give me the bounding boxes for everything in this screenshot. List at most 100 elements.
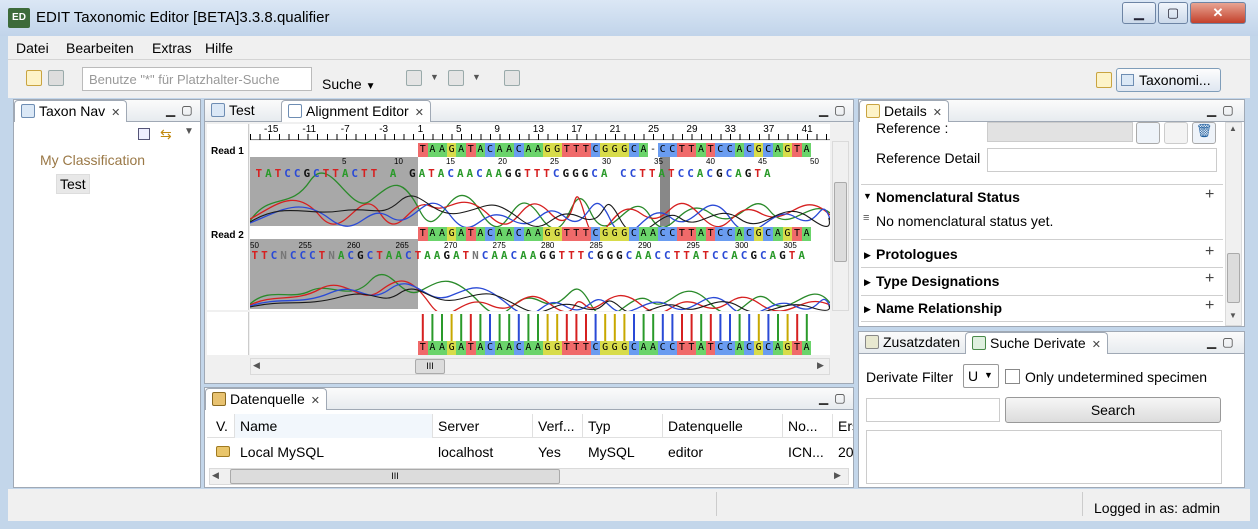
column-header-no[interactable]: No... xyxy=(783,414,833,438)
read2-label[interactable]: Read 2 xyxy=(211,230,244,241)
read2-base[interactable]: C xyxy=(763,227,773,241)
view-menu-icon[interactable]: ▼ xyxy=(184,126,194,137)
add-icon[interactable]: + xyxy=(1205,297,1214,315)
consensus-base[interactable]: T xyxy=(686,341,697,355)
read2-base[interactable]: A xyxy=(734,227,745,241)
read2-base[interactable]: C xyxy=(485,227,495,241)
consensus-base[interactable]: C xyxy=(657,341,668,355)
consensus-base[interactable]: G xyxy=(446,341,457,355)
close-button[interactable]: ✕ xyxy=(1190,2,1246,24)
read1-base[interactable]: G xyxy=(600,143,610,157)
scroll-right-icon[interactable]: ▶ xyxy=(817,360,824,371)
close-icon[interactable]: ✕ xyxy=(933,107,942,119)
read1-base[interactable]: T xyxy=(792,143,802,157)
consensus-base[interactable]: G xyxy=(609,341,620,355)
read1-base[interactable]: G xyxy=(619,143,630,157)
read1-base[interactable]: A xyxy=(638,143,649,157)
read1-base[interactable]: A xyxy=(475,143,486,157)
read2-sequence[interactable]: TAAGATACAACAAGGTTTCGGGCAACCTTATCCACGCAGT… xyxy=(418,227,812,241)
scroll-thumb[interactable]: III xyxy=(230,469,560,484)
menu-extras[interactable]: Extras xyxy=(152,40,192,56)
column-header-ers[interactable]: Ers xyxy=(833,414,853,438)
read2-base[interactable]: C xyxy=(657,227,668,241)
close-icon[interactable]: ✕ xyxy=(311,395,320,407)
tab-alignment-editor[interactable]: Alignment Editor ✕ xyxy=(281,100,431,122)
read2-base[interactable]: T xyxy=(418,227,428,241)
consensus-base[interactable]: G xyxy=(782,341,793,355)
column-header-typ[interactable]: Typ xyxy=(583,414,663,438)
consensus-base[interactable]: G xyxy=(753,341,764,355)
read1-base[interactable]: T xyxy=(705,143,716,157)
consensus-base[interactable]: A xyxy=(533,341,543,355)
read2-base[interactable]: G xyxy=(542,227,553,241)
consensus-base[interactable]: C xyxy=(744,341,754,355)
read1-base[interactable]: T xyxy=(581,143,591,157)
read2-base[interactable]: G xyxy=(782,227,793,241)
consensus-base[interactable]: C xyxy=(763,341,773,355)
consensus-base[interactable]: C xyxy=(667,341,678,355)
read2-base[interactable]: G xyxy=(446,227,457,241)
consensus-sequence[interactable]: TAAGATACAACAAGGTTTCGGGCAACCTTATCCACGCAGT… xyxy=(418,341,812,355)
read2-base[interactable]: C xyxy=(725,227,735,241)
read2-base[interactable]: C xyxy=(744,227,754,241)
save-icon[interactable] xyxy=(48,70,64,86)
consensus-base[interactable]: A xyxy=(437,341,447,355)
consensus-base[interactable]: C xyxy=(629,341,639,355)
read2-base[interactable]: G xyxy=(619,227,630,241)
table-row[interactable]: Local MySQL localhost Yes MySQL editor I… xyxy=(207,440,853,464)
read2-base[interactable]: T xyxy=(571,227,582,241)
derivate-filter-select[interactable]: U ▼ xyxy=(963,364,999,388)
undetermined-checkbox[interactable] xyxy=(1005,369,1020,384)
read1-base[interactable]: C xyxy=(513,143,524,157)
taxon-item-test[interactable]: Test xyxy=(56,174,90,194)
consensus-base[interactable]: A xyxy=(801,341,812,355)
type-designations-title[interactable]: Type Designations xyxy=(876,273,999,289)
read2-base[interactable]: A xyxy=(504,227,514,241)
chevron-down-icon[interactable]: ▼ xyxy=(430,72,439,82)
perspective-button[interactable]: Taxonomi... xyxy=(1116,68,1221,92)
read1-sequence[interactable]: TAAGATACAACAAGGTTTCGGGCA-CCTTATCCACGCAGT… xyxy=(418,143,812,157)
consensus-base[interactable]: A xyxy=(734,341,745,355)
read1-base[interactable]: A xyxy=(504,143,514,157)
scroll-thumb[interactable] xyxy=(834,182,847,262)
scroll-thumb[interactable] xyxy=(1227,253,1240,303)
protologues-title[interactable]: Protologues xyxy=(876,246,958,262)
read1-base[interactable]: G xyxy=(446,143,457,157)
consensus-base[interactable]: A xyxy=(504,341,514,355)
read2-base[interactable]: G xyxy=(600,227,610,241)
back-icon[interactable] xyxy=(504,70,520,86)
read2-base[interactable]: C xyxy=(667,227,678,241)
read1-base[interactable]: A xyxy=(772,143,783,157)
read1-base[interactable]: T xyxy=(686,143,697,157)
scroll-right-icon[interactable]: ▶ xyxy=(834,470,841,481)
consensus-base[interactable]: T xyxy=(571,341,582,355)
read1-base[interactable]: T xyxy=(418,143,428,157)
read2-base[interactable]: T xyxy=(705,227,716,241)
datasource-horizontal-scrollbar[interactable]: ◀ III ▶ xyxy=(209,468,849,485)
read1-base[interactable]: C xyxy=(715,143,725,157)
minimize-maximize-icons[interactable]: ▁▢ xyxy=(1207,103,1240,117)
read1-base[interactable]: C xyxy=(657,143,668,157)
close-icon[interactable]: ✕ xyxy=(415,107,424,119)
read2-base[interactable]: G xyxy=(609,227,620,241)
add-icon[interactable]: + xyxy=(1205,243,1214,261)
read2-base[interactable]: A xyxy=(427,227,438,241)
chevron-down-icon[interactable]: ▼ xyxy=(472,72,481,82)
read1-base[interactable]: C xyxy=(667,143,678,157)
consensus-base[interactable]: C xyxy=(513,341,524,355)
classification-item[interactable]: My Classification xyxy=(40,152,145,168)
read1-base[interactable]: C xyxy=(744,143,754,157)
read1-base[interactable]: G xyxy=(753,143,764,157)
read1-base[interactable]: A xyxy=(456,143,466,157)
edit-reference-icon[interactable] xyxy=(1164,122,1188,144)
consensus-base[interactable]: G xyxy=(600,341,610,355)
read2-base[interactable]: G xyxy=(552,227,562,241)
read1-base[interactable]: A xyxy=(696,143,706,157)
read2-base[interactable]: A xyxy=(456,227,466,241)
consensus-base[interactable]: A xyxy=(696,341,706,355)
tab-suche-derivate[interactable]: Suche Derivate ✕ xyxy=(965,332,1108,354)
consensus-base[interactable]: A xyxy=(638,341,649,355)
consensus-base[interactable]: G xyxy=(542,341,553,355)
new-icon[interactable] xyxy=(26,70,42,86)
read2-base[interactable]: A xyxy=(533,227,543,241)
